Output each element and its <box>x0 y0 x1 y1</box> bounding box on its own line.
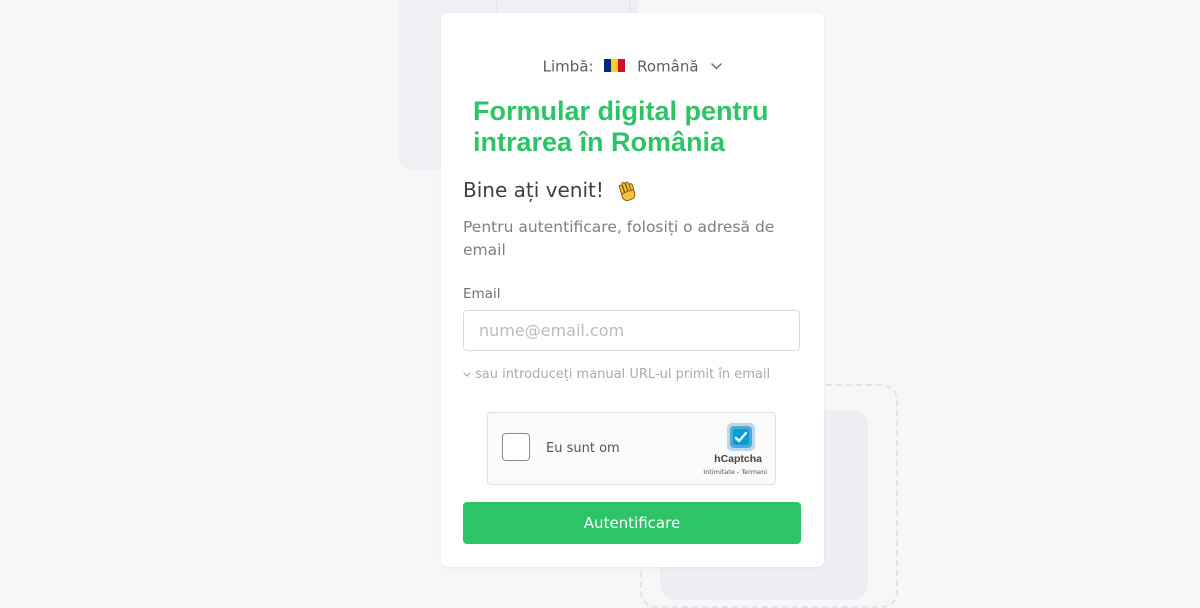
captcha-terms-link[interactable]: Intimitate - Termeni <box>703 468 767 476</box>
chevron-down-icon <box>711 63 723 70</box>
captcha-checkbox[interactable] <box>502 433 530 461</box>
welcome-heading: Bine ați venit! <box>463 177 640 204</box>
email-label: Email <box>463 286 501 302</box>
email-input[interactable] <box>463 310 800 351</box>
login-button[interactable]: Autentificare <box>463 502 801 544</box>
captcha-brand: hCaptcha <box>714 453 762 465</box>
login-card: Limbă: Română Formular digital pentru in… <box>441 13 824 567</box>
login-instructions: Pentru autentificare, folosiți o adresă … <box>463 218 775 259</box>
hcaptcha-logo-icon <box>727 423 755 451</box>
language-label: Limbă: <box>542 57 594 76</box>
page-title: Formular digital pentru intrarea în Româ… <box>473 96 769 157</box>
manual-url-link[interactable]: sau introduceți manual URL-ul primit în … <box>463 367 770 382</box>
chevron-down-icon <box>463 372 471 377</box>
waving-hand-icon <box>618 181 636 201</box>
captcha-label: Eu sunt om <box>546 441 620 456</box>
romania-flag-icon <box>604 59 626 72</box>
language-selector[interactable]: Limbă: Română <box>441 56 824 77</box>
selected-language: Română <box>637 57 699 76</box>
welcome-text: Bine ați venit! <box>463 178 604 202</box>
hcaptcha-widget: Eu sunt om hCaptcha Intimitate - Termeni <box>487 412 776 485</box>
manual-url-link-label: sau introduceți manual URL-ul primit în … <box>475 367 771 382</box>
